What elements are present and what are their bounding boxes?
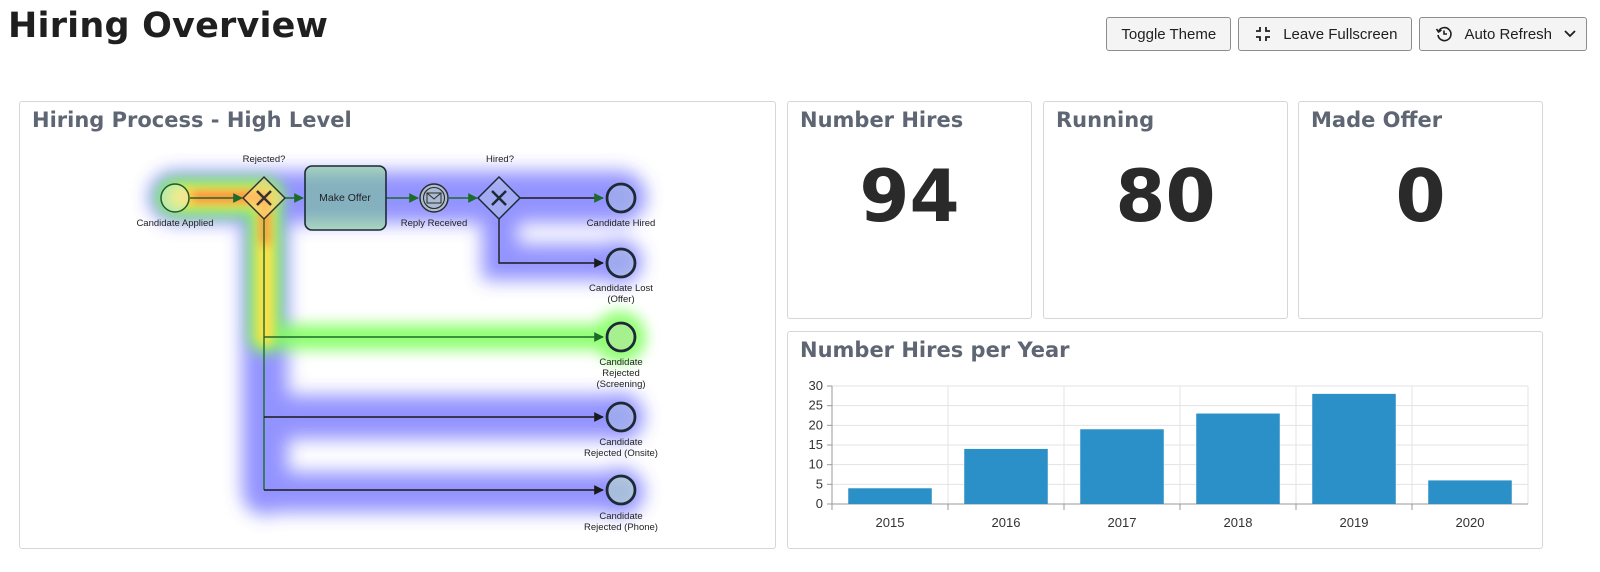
y-tick-label: 25 [809,398,823,413]
kpi-tile-running: Running 80 [1043,101,1288,319]
chevron-down-icon [1564,30,1576,38]
x-tick-label: 2015 [876,515,905,530]
bar[interactable] [1196,413,1280,504]
end-event-rejected-onsite [605,401,637,433]
refresh-timer-icon [1434,24,1454,44]
toggle-theme-label: Toggle Theme [1121,25,1217,43]
label-candidate-applied: Candidate Applied [136,218,213,229]
heatmap-blue-layer [149,171,646,516]
label-rej-onsite-2: Rejected (Onsite) [584,448,658,459]
label-rejected-q: Rejected? [243,154,286,165]
toggle-theme-button[interactable]: Toggle Theme [1106,17,1232,51]
kpi-value: 0 [1395,154,1446,238]
kpi-title: Made Offer [1311,108,1443,132]
bar[interactable] [964,448,1048,504]
label-rej-phone-2: Rejected (Phone) [584,522,658,533]
label-rej-phone-1: Candidate [599,511,642,522]
bar[interactable] [1312,393,1396,504]
kpi-title: Number Hires [800,108,964,132]
end-event-hired [605,182,637,214]
bar[interactable] [848,488,932,504]
y-tick-label: 5 [816,476,823,491]
label-lost-offer-2: (Offer) [607,294,634,305]
kpi-tile-number-hires: Number Hires 94 [787,101,1032,319]
label-rej-screening-3: (Screening) [596,379,645,390]
kpi-title: Running [1056,108,1155,132]
toolbar: Toggle Theme Leave Fullscreen Auto Refre… [1106,17,1587,51]
kpi-tile-made-offer: Made Offer 0 [1298,101,1543,319]
label-reply-received: Reply Received [401,218,468,229]
reply-received-event [419,183,449,213]
bar[interactable] [1428,480,1512,504]
x-tick-label: 2018 [1224,515,1253,530]
end-event-rejected-screening [605,321,637,353]
bar[interactable] [1080,429,1164,504]
process-tile: Hiring Process - High Level Rejected? Hi… [19,101,776,549]
hires-per-year-chart: 0 5 10 15 20 25 30 2015 2016 2017 2018 2019 2020 [809,378,1529,530]
y-tick-label: 20 [809,417,823,432]
label-make-offer: Make Offer [319,192,371,204]
x-tick-label: 2019 [1340,515,1369,530]
y-tick-label: 0 [816,496,823,511]
label-lost-offer-1: Candidate Lost [589,283,653,294]
start-event-circle [160,183,190,213]
auto-refresh-dropdown[interactable]: Auto Refresh [1419,17,1587,51]
leave-fullscreen-button[interactable]: Leave Fullscreen [1238,17,1413,51]
x-tick-label: 2020 [1456,515,1485,530]
y-tick-label: 30 [809,378,823,393]
end-event-rejected-phone [605,474,637,506]
kpi-value: 94 [859,154,960,238]
leave-fullscreen-label: Leave Fullscreen [1283,25,1398,43]
label-rej-screening-2: Rejected [602,368,640,379]
y-tick-label: 15 [809,437,823,452]
kpi-value: 80 [1115,154,1216,238]
label-candidate-hired: Candidate Hired [587,218,656,229]
auto-refresh-label: Auto Refresh [1464,25,1552,43]
process-diagram: Rejected? Hired? Make Offer Candidate Ap… [136,154,658,533]
y-tick-label: 10 [809,457,823,472]
page-title: Hiring Overview [8,6,329,46]
minimize-icon [1253,24,1273,44]
x-tick-label: 2016 [992,515,1021,530]
chart-tile: Number Hires per Year 0 5 10 15 20 25 30 2015 20… [787,331,1543,549]
end-event-lost-offer [605,247,637,279]
label-hired-q: Hired? [486,154,514,165]
label-rej-screening-1: Candidate [599,357,642,368]
label-rej-onsite-1: Candidate [599,437,642,448]
x-tick-label: 2017 [1108,515,1137,530]
